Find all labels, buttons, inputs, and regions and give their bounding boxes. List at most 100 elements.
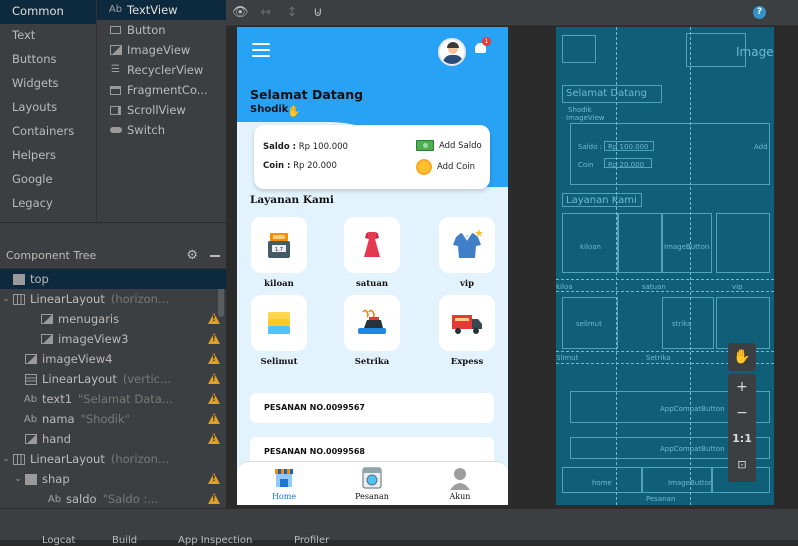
bp-row2-label: Setrika [646,354,671,362]
warning-icon[interactable] [208,373,220,384]
palette-item-label: RecyclerView [127,63,204,77]
ab-icon: Ab [47,493,62,505]
palette-category-containers[interactable]: Containers [0,120,96,144]
tree-row-imageview4[interactable]: imageView4 [0,349,226,369]
zoom-ratio-button[interactable]: 1:1 [728,426,756,452]
warning-icon[interactable] [208,393,220,404]
tab-app-inspection[interactable]: App Inspection [178,535,252,546]
bp-imagebutton-label: ImageButton [664,243,710,251]
palette-category-widgets[interactable]: Widgets [0,72,96,96]
tree-row-text1[interactable]: Ab text1 "Selamat Data... [0,389,226,409]
warning-icon[interactable] [208,313,220,324]
bp-menu-box [562,35,596,63]
minimize-icon[interactable] [210,254,220,257]
menu-icon[interactable] [252,43,270,57]
magnet-icon[interactable]: ⊍ [310,5,326,20]
service-selimut[interactable]: Selimut [251,295,307,367]
tree-row-detail: "Shodik" [80,412,130,426]
warning-icon[interactable] [208,433,220,444]
tree-row-linearlayout-vertical[interactable]: LinearLayout (vertic... [0,369,226,389]
greeting-text: Selamat Datang [250,87,364,102]
gear-icon[interactable]: ⚙ [186,248,198,263]
palette-category-common[interactable]: Common [0,0,96,24]
service-vip[interactable]: vip [439,217,495,289]
bp-imageview-label: ImageView [566,114,605,122]
nav-pesanan[interactable]: Pesanan [342,466,402,501]
palette-item-switch[interactable]: Switch [97,120,226,140]
warning-icon[interactable] [208,333,220,344]
palette-category-helpers[interactable]: Helpers [0,144,96,168]
fragment-icon [109,85,122,96]
tree-row-detail: (vertic... [122,372,171,386]
tree-row-shap[interactable]: ⌄ shap [0,469,226,489]
service-expess[interactable]: Expess [439,295,495,367]
palette-category-text[interactable]: Text [0,24,96,48]
wave-hand-icon: ✋ [287,105,301,118]
add-coin-button[interactable]: Add Coin [416,159,475,175]
bell-icon[interactable]: 1 [473,37,491,55]
chevron-down-icon[interactable]: ⌄ [0,294,12,304]
pan-tool-button[interactable]: ✋ [728,343,756,371]
warning-icon[interactable] [208,353,220,364]
vertical-arrows-icon[interactable]: ↕ [284,5,300,20]
tab-profiler[interactable]: Profiler [294,535,329,546]
ab-icon: Ab [108,4,123,15]
tree-row-imageview3[interactable]: imageView3 [0,329,226,349]
saldo-value: Rp 100.000 [298,142,348,152]
coin-row: Coin : Rp 20.000 [263,161,337,171]
palette-item-recyclerview[interactable]: ☰ RecyclerView [97,60,226,80]
tree-row-nama[interactable]: Ab nama "Shodik" [0,409,226,429]
palette-category-buttons[interactable]: Buttons [0,48,96,72]
tree-row-top[interactable]: top [0,269,226,289]
horizontal-arrows-icon[interactable]: ↔ [258,5,274,20]
warning-icon[interactable] [208,413,220,424]
nav-home[interactable]: Home [254,466,314,501]
avatar[interactable] [438,38,466,66]
tree-row-hand[interactable]: hand [0,429,226,449]
coin-value: Rp 20.000 [293,161,337,171]
tree-row-label: top [30,272,49,286]
tab-logcat[interactable]: Logcat [42,535,75,546]
switch-icon [109,125,122,136]
tree-row-linearlayout-2[interactable]: ⌄ LinearLayout (horizon... [0,449,226,469]
palette-item-button[interactable]: Button [97,20,226,40]
nav-akun[interactable]: Akun [430,466,490,501]
palette-item-imageview[interactable]: ImageView [97,40,226,60]
bp-kiloan-label: kiloan [580,243,601,251]
balance-card: Saldo : Rp 100.000 Coin : Rp 20.000 Add … [254,125,490,189]
tree-row-menugaris[interactable]: menugaris [0,309,226,329]
palette-item-label: ScrollView [127,103,186,117]
eye-icon[interactable]: 👁 [232,5,249,20]
palette-item-label: TextView [127,3,178,17]
fit-screen-icon[interactable]: ⊡ [728,452,756,478]
tree-row-linearlayout[interactable]: ⌄ LinearLayout (horizon... [0,289,226,309]
palette-item-fragment[interactable]: FragmentCo... [97,80,226,100]
nav-label: Pesanan [355,492,389,501]
help-icon[interactable]: ? [753,6,766,19]
warning-icon[interactable] [208,493,220,504]
palette-category-legacy[interactable]: Legacy [0,192,96,216]
tree-row-label: imageView3 [58,332,129,346]
palette-item-textview[interactable]: Ab TextView [97,0,226,20]
image-icon [40,334,53,345]
component-tree-header: Component Tree ⚙ [0,243,226,269]
order-card[interactable]: PESANAN NO.0099567 [250,393,494,423]
zoom-out-button[interactable]: − [728,400,756,426]
zoom-in-button[interactable]: + [728,374,756,400]
service-setrika[interactable]: Setrika [344,295,400,367]
bottom-navigation: Home Pesanan Akun [237,461,508,505]
tree-row-saldo[interactable]: Ab saldo "Saldo :... [0,489,226,509]
service-satuan[interactable]: satuan [344,217,400,289]
chevron-down-icon[interactable]: ⌄ [12,474,24,484]
truck-icon [452,315,482,334]
palette-category-layouts[interactable]: Layouts [0,96,96,120]
chevron-down-icon[interactable]: ⌄ [0,454,12,464]
service-kiloan[interactable]: 1.7 kiloan [251,217,307,289]
warning-icon[interactable] [208,473,220,484]
tab-build[interactable]: Build [112,535,137,546]
bottom-toolbar: Logcat Build App Inspection Profiler [0,508,798,546]
palette-item-scrollview[interactable]: ScrollView [97,100,226,120]
palette-category-google[interactable]: Google [0,168,96,192]
add-saldo-button[interactable]: Add Saldo [416,140,482,151]
tree-row-detail: "Selamat Data... [78,392,173,406]
